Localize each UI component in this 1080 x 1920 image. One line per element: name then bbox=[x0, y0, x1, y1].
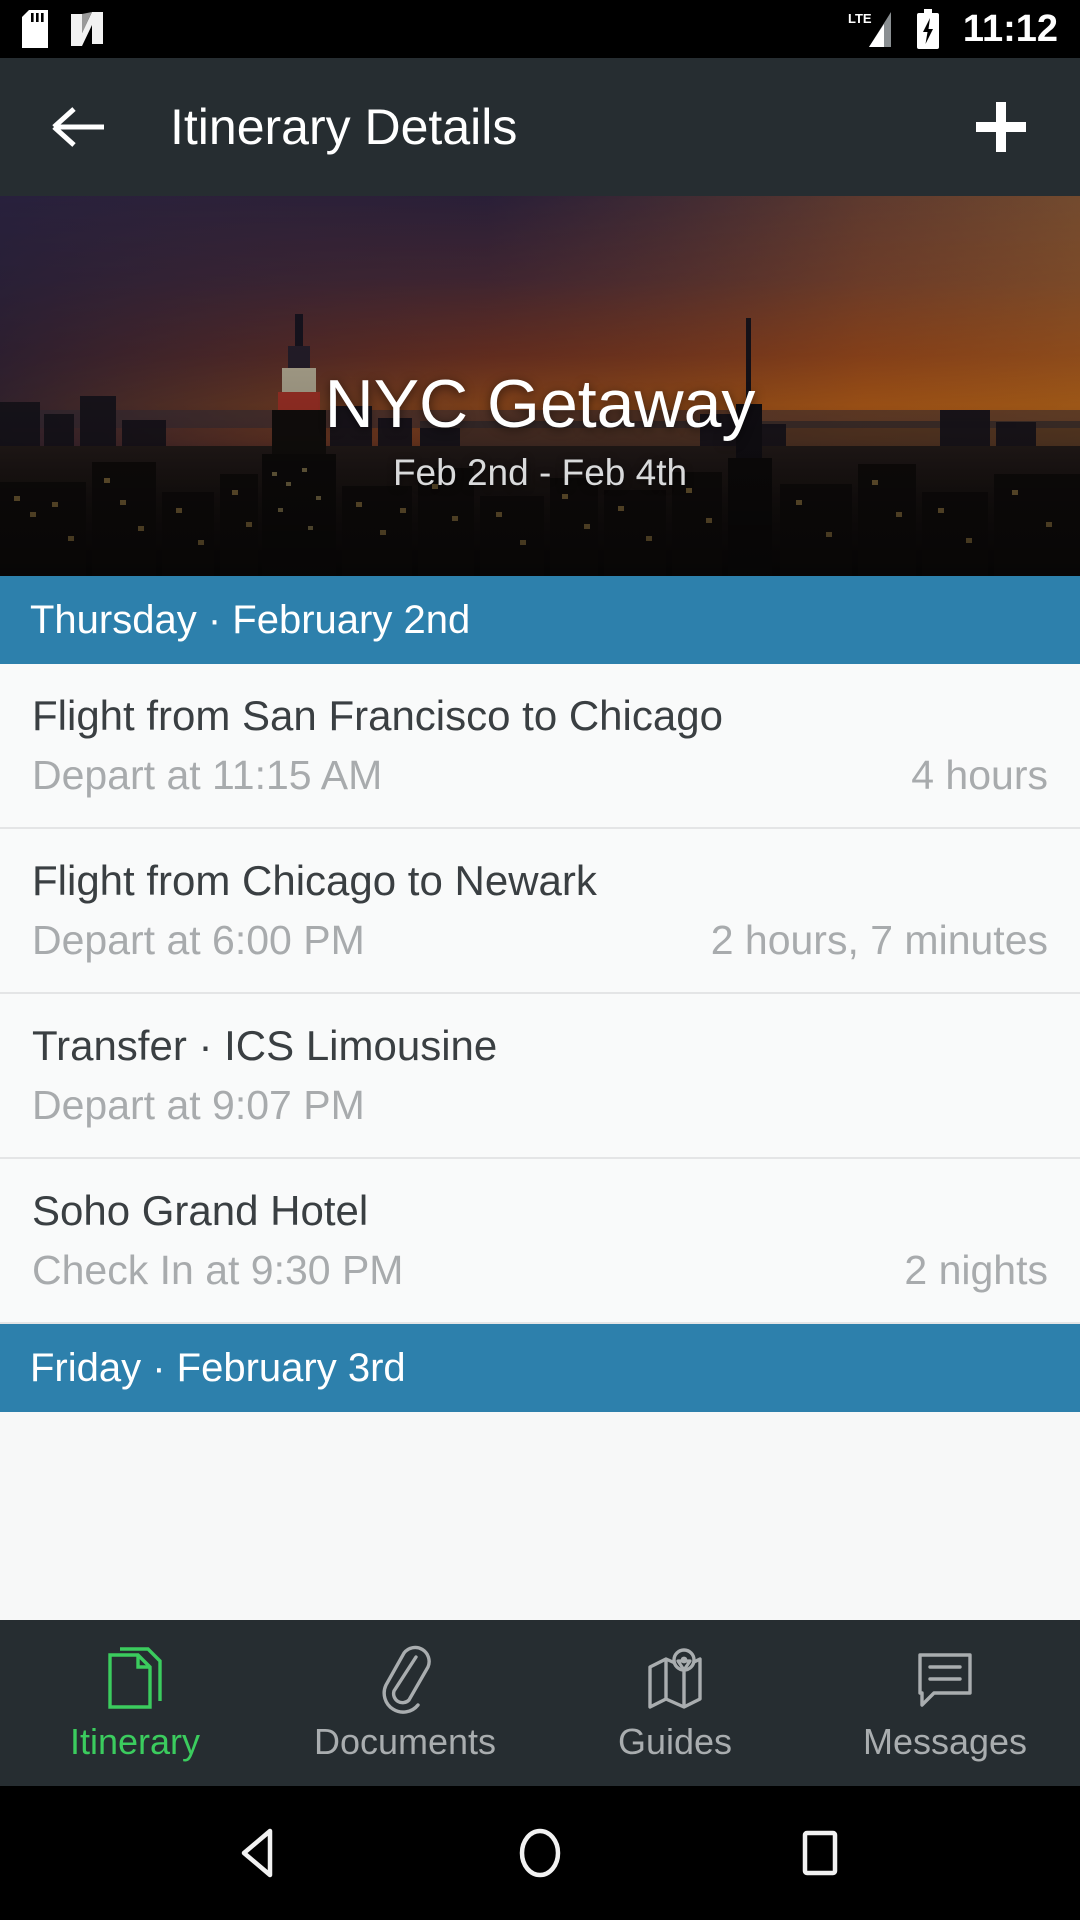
day-header-label: Thursday · February 2nd bbox=[30, 597, 471, 642]
tab-guides[interactable]: Guides bbox=[540, 1620, 810, 1786]
itinerary-event-row[interactable]: Flight from Chicago to Newark Depart at … bbox=[0, 829, 1080, 995]
event-detail-row: Depart at 11:15 AM 4 hours bbox=[32, 752, 1048, 799]
android-back-button[interactable] bbox=[212, 1805, 308, 1901]
android-back-icon bbox=[241, 1828, 273, 1878]
event-detail-row: Check In at 9:30 PM 2 nights bbox=[32, 1247, 1048, 1294]
event-title: Flight from Chicago to Newark bbox=[32, 857, 597, 905]
event-subtitle: Check In at 9:30 PM bbox=[32, 1247, 404, 1294]
android-home-icon bbox=[519, 1828, 561, 1878]
svg-text:LTE: LTE bbox=[848, 11, 872, 26]
hero-text-block: NYC Getaway Feb 2nd - Feb 4th bbox=[0, 370, 1080, 494]
itinerary-event-row[interactable]: Soho Grand Hotel Check In at 9:30 PM 2 n… bbox=[0, 1159, 1080, 1325]
trip-dates: Feb 2nd - Feb 4th bbox=[392, 452, 688, 493]
itinerary-event-row[interactable]: Flight from San Francisco to Chicago Dep… bbox=[0, 664, 1080, 830]
tab-label: Documents bbox=[313, 1721, 497, 1762]
tab-label: Itinerary bbox=[69, 1721, 201, 1762]
event-title: Soho Grand Hotel bbox=[32, 1187, 369, 1235]
paperclip-icon bbox=[374, 1643, 436, 1715]
app-bar: Itinerary Details bbox=[0, 58, 1080, 196]
event-subtitle: Depart at 9:07 PM bbox=[32, 1082, 365, 1129]
status-bar-left-icons bbox=[22, 10, 106, 48]
add-button[interactable] bbox=[968, 94, 1034, 160]
lte-signal-icon: LTE bbox=[847, 9, 901, 49]
day-header-thursday: Thursday · February 2nd bbox=[0, 576, 1080, 664]
trip-hero-banner: NYC Getaway Feb 2nd - Feb 4th bbox=[0, 196, 1080, 576]
itinerary-event-row[interactable]: Transfer · ICS Limousine Depart at 9:07 … bbox=[0, 994, 1080, 1160]
itinerary-list: Thursday · February 2nd Flight from San … bbox=[0, 576, 1080, 1620]
document-icon bbox=[104, 1643, 166, 1715]
nfc-icon bbox=[68, 10, 106, 48]
event-subtitle: Depart at 6:00 PM bbox=[32, 917, 365, 964]
tab-messages[interactable]: Messages bbox=[810, 1620, 1080, 1786]
android-recents-icon bbox=[802, 1830, 838, 1876]
phone-screen: LTE 11:12 Itinerary Details NYC Getaway … bbox=[0, 0, 1080, 1920]
bottom-tab-bar: Itinerary Documents Guides Messages bbox=[0, 1620, 1080, 1786]
event-duration: 2 hours, 7 minutes bbox=[710, 917, 1048, 964]
status-bar-right-icons: LTE 11:12 bbox=[847, 9, 1058, 49]
plus-icon bbox=[976, 102, 1026, 152]
tab-itinerary[interactable]: Itinerary bbox=[0, 1620, 270, 1786]
list-bottom-spacer bbox=[0, 1412, 1080, 1620]
page-title: Itinerary Details bbox=[170, 99, 518, 155]
day-header-friday: Friday · February 3rd bbox=[0, 1324, 1080, 1413]
android-navigation-bar bbox=[0, 1786, 1080, 1920]
battery-charging-icon bbox=[915, 9, 941, 49]
back-button[interactable] bbox=[46, 94, 112, 160]
event-detail-row: Depart at 9:07 PM bbox=[32, 1082, 1048, 1129]
day-header-label: Friday · February 3rd bbox=[30, 1345, 406, 1390]
sd-card-icon bbox=[22, 10, 48, 48]
event-detail-row: Depart at 6:00 PM 2 hours, 7 minutes bbox=[32, 917, 1048, 964]
event-subtitle: Depart at 11:15 AM bbox=[32, 752, 383, 799]
tab-label: Guides bbox=[617, 1721, 733, 1762]
status-bar: LTE 11:12 bbox=[0, 0, 1080, 58]
map-pin-icon bbox=[642, 1643, 708, 1715]
event-duration: 2 nights bbox=[904, 1247, 1048, 1294]
android-home-button[interactable] bbox=[492, 1805, 588, 1901]
event-title: Flight from San Francisco to Chicago bbox=[32, 692, 723, 739]
event-title: Transfer · ICS Limousine bbox=[32, 1022, 498, 1070]
tab-label: Messages bbox=[862, 1721, 1028, 1762]
status-bar-clock: 11:12 bbox=[962, 8, 1058, 50]
android-recents-button[interactable] bbox=[772, 1805, 868, 1901]
back-arrow-icon bbox=[52, 107, 104, 147]
trip-title: NYC Getaway bbox=[324, 366, 756, 442]
event-duration: 4 hours bbox=[911, 752, 1048, 799]
tab-documents[interactable]: Documents bbox=[270, 1620, 540, 1786]
speech-bubble-icon bbox=[914, 1643, 976, 1715]
